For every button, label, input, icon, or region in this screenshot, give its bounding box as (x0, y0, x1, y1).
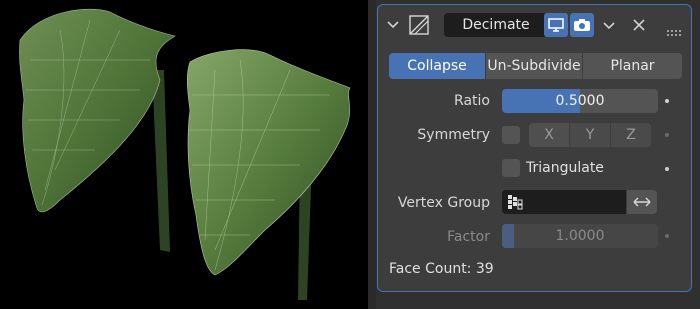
triangulate-checkbox[interactable] (502, 159, 520, 177)
drag-handle-icon[interactable] (667, 21, 683, 40)
area-separator[interactable] (368, 0, 376, 309)
factor-label: Factor (447, 229, 490, 245)
ratio-label: Ratio (454, 93, 490, 109)
close-icon[interactable] (632, 17, 646, 36)
show-in-render-toggle[interactable] (570, 13, 594, 37)
mode-collapse-button[interactable]: Collapse (389, 53, 485, 79)
monitor-icon (548, 18, 564, 32)
vertex-group-label: Vertex Group (397, 195, 490, 211)
decimate-icon (408, 14, 430, 40)
leaf-mesh-render (19, 8, 351, 300)
face-count-text: Face Count: 39 (389, 261, 494, 277)
vertex-group-icon (507, 194, 523, 214)
decimate-modifier-panel: Decimate Collapse Un-Subdivide Planar Ra… (377, 4, 692, 292)
3d-viewport[interactable] (0, 0, 368, 309)
symmetry-checkbox[interactable] (502, 126, 520, 144)
mode-planar-button[interactable]: Planar (583, 53, 682, 79)
symmetry-axis-y[interactable]: Y (570, 123, 610, 147)
factor-value: 1.0000 (555, 228, 605, 244)
symmetry-axis-x[interactable]: X (529, 123, 569, 147)
symmetry-axis-z[interactable]: Z (611, 123, 651, 147)
camera-icon (574, 19, 590, 31)
symmetry-label: Symmetry (417, 127, 490, 143)
chevron-down-icon[interactable] (386, 17, 400, 36)
mode-unsubdivide-button[interactable]: Un-Subdivide (486, 53, 582, 79)
swap-arrows-icon (633, 197, 651, 207)
show-in-viewport-toggle[interactable] (544, 13, 568, 37)
ratio-value: 0.5000 (555, 93, 605, 109)
factor-slider[interactable]: 1.0000 (502, 224, 658, 248)
keyframe-dot-icon[interactable] (665, 133, 669, 137)
keyframe-dot-icon[interactable] (665, 234, 669, 238)
keyframe-dot-icon[interactable] (665, 99, 669, 103)
vertex-group-field[interactable] (502, 190, 626, 214)
invert-vertex-group-button[interactable] (627, 190, 657, 214)
triangulate-label[interactable]: Triangulate (526, 159, 604, 177)
chevron-down-icon[interactable] (602, 18, 616, 37)
keyframe-dot-icon[interactable] (665, 167, 669, 171)
ratio-slider[interactable]: 0.5000 (502, 89, 658, 113)
modifier-name-field[interactable]: Decimate (444, 13, 548, 37)
